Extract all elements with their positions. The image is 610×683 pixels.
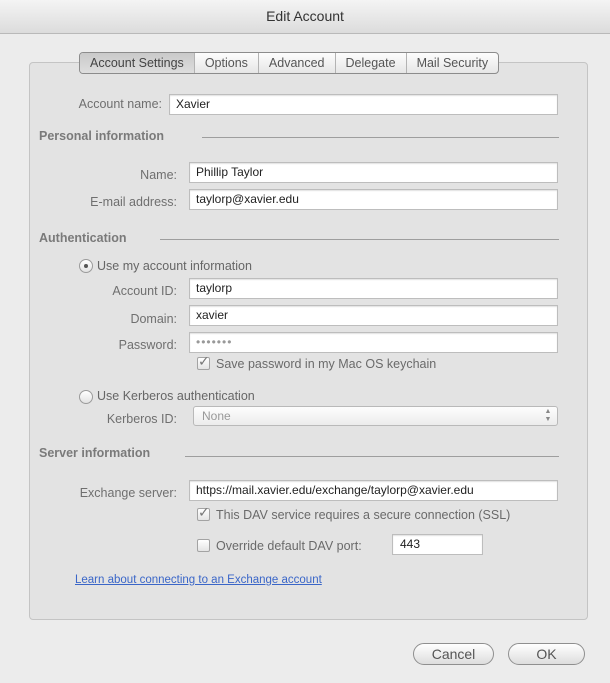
name-field[interactable]: Phillip Taylor	[189, 162, 558, 183]
window-title: Edit Account	[0, 0, 610, 34]
personal-info-heading: Personal information	[39, 129, 165, 143]
authentication-heading: Authentication	[39, 231, 127, 245]
radio-selected-dot	[84, 264, 88, 268]
kerberos-id-label: Kerberos ID:	[106, 412, 177, 426]
use-account-radio[interactable]	[79, 259, 93, 273]
checkmark-icon: ✓	[198, 353, 210, 369]
save-password-checkbox[interactable]: ✓	[197, 353, 210, 370]
kerberos-id-select[interactable]: None ▲ ▼	[193, 406, 558, 426]
tab-mail-security[interactable]: Mail Security	[405, 53, 499, 73]
password-label: Password:	[118, 338, 177, 352]
server-info-heading: Server information	[39, 446, 151, 460]
email-label: E-mail address:	[90, 195, 177, 209]
account-name-label: Account name:	[78, 97, 162, 111]
cancel-button[interactable]: Cancel	[413, 643, 494, 665]
kerberos-id-value: None	[202, 409, 231, 423]
override-port-checkbox[interactable]	[197, 539, 210, 552]
kerberos-label: Use Kerberos authentication	[97, 389, 255, 403]
divider	[185, 456, 559, 457]
tab-options[interactable]: Options	[193, 53, 258, 73]
exchange-help-link[interactable]: Learn about connecting to an Exchange ac…	[75, 574, 322, 586]
dav-port-field[interactable]: 443	[392, 534, 483, 555]
kerberos-radio[interactable]	[79, 390, 93, 404]
account-id-label: Account ID:	[112, 284, 177, 298]
exchange-server-label: Exchange server:	[79, 486, 177, 500]
up-down-arrows-icon: ▲ ▼	[544, 408, 552, 423]
domain-field[interactable]: xavier	[189, 305, 558, 326]
account-name-field[interactable]: Xavier	[169, 94, 558, 115]
use-account-label: Use my account information	[97, 259, 252, 273]
tab-bar: Account Settings Options Advanced Delega…	[79, 52, 500, 74]
ssl-checkbox[interactable]: ✓	[197, 504, 210, 521]
save-password-label: Save password in my Mac OS keychain	[216, 357, 437, 371]
divider	[160, 239, 559, 240]
tab-account-settings[interactable]: Account Settings	[80, 53, 194, 73]
password-field[interactable]: •••••••	[189, 332, 558, 353]
domain-label: Domain:	[130, 312, 177, 326]
tab-advanced[interactable]: Advanced	[257, 53, 335, 73]
override-port-label: Override default DAV port:	[216, 539, 362, 553]
divider	[202, 137, 559, 138]
exchange-server-field[interactable]: https://mail.xavier.edu/exchange/taylorp…	[189, 480, 558, 501]
tab-delegate[interactable]: Delegate	[334, 53, 406, 73]
email-field[interactable]: taylorp@xavier.edu	[189, 189, 558, 210]
ssl-label: This DAV service requires a secure conne…	[216, 508, 511, 522]
name-label: Name:	[140, 168, 177, 182]
account-id-field[interactable]: taylorp	[189, 278, 558, 299]
checkmark-icon: ✓	[198, 504, 210, 520]
ok-button[interactable]: OK	[508, 643, 585, 665]
